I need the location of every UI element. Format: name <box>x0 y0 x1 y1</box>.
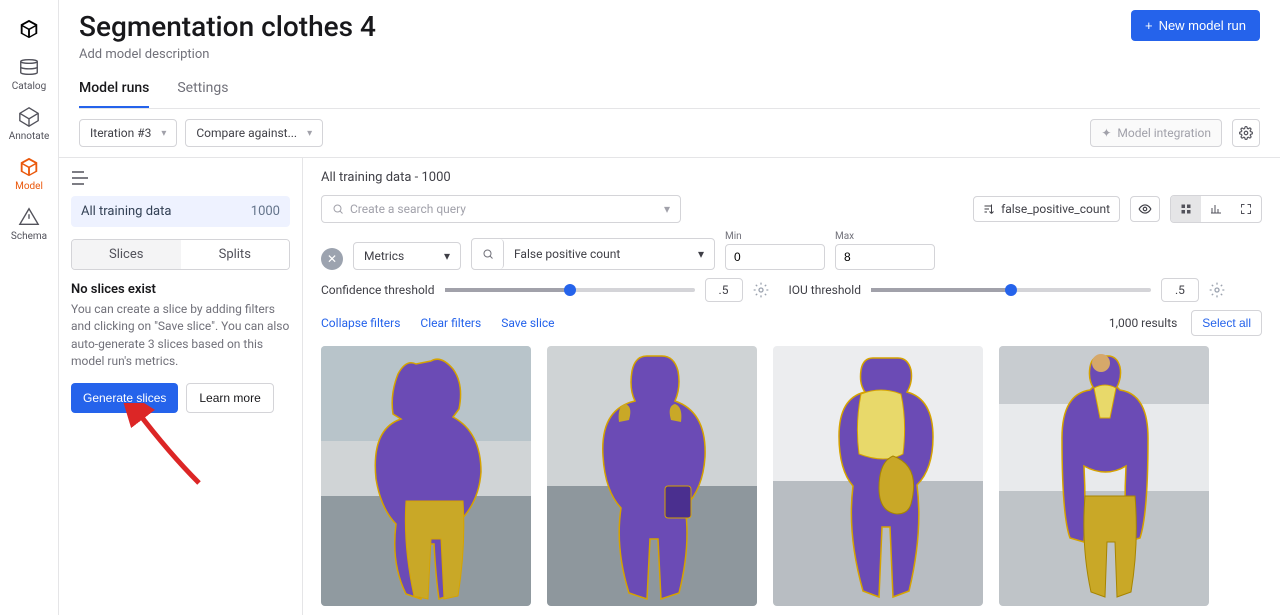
iou-slider[interactable] <box>871 288 1151 292</box>
pill-slices[interactable]: Slices <box>72 240 181 269</box>
chevron-down-icon: ▾ <box>161 128 166 139</box>
iteration-select[interactable]: Iteration #3 ▾ <box>79 119 177 147</box>
metric-select[interactable]: Metrics ▾ <box>353 242 461 270</box>
remove-filter-button[interactable]: ✕ <box>321 248 343 270</box>
rail-catalog-label: Catalog <box>12 81 46 92</box>
save-slice-link[interactable]: Save slice <box>501 316 554 330</box>
model-integration-button: ✦ Model integration <box>1090 119 1222 147</box>
visibility-toggle[interactable] <box>1130 196 1160 222</box>
sort-icon <box>983 203 995 215</box>
rail-annotate-label: Annotate <box>9 131 50 142</box>
rail-schema-label: Schema <box>11 231 47 242</box>
chevron-down-icon: ▾ <box>664 202 670 216</box>
min-input[interactable] <box>725 244 825 270</box>
max-label: Max <box>835 231 935 242</box>
generate-slices-button[interactable]: Generate slices <box>71 383 178 413</box>
page-title: Segmentation clothes 4 <box>79 10 376 43</box>
chevron-down-icon: ▾ <box>698 247 704 261</box>
expand-icon <box>1240 203 1252 215</box>
chevron-down-icon: ▾ <box>307 128 312 139</box>
search-icon <box>482 248 494 260</box>
pill-splits[interactable]: Splits <box>181 240 290 269</box>
confidence-value[interactable]: .5 <box>705 278 743 302</box>
grid-icon <box>1180 203 1192 215</box>
result-count: 1,000 results <box>1109 316 1177 330</box>
rail-annotate[interactable]: Annotate <box>9 106 50 142</box>
learn-more-button[interactable]: Learn more <box>186 383 273 413</box>
min-label: Min <box>725 231 825 242</box>
confidence-slider[interactable] <box>445 288 695 292</box>
training-label: All training data <box>81 204 171 219</box>
search-icon <box>332 203 344 215</box>
sidebar-toggle-icon[interactable] <box>71 170 89 184</box>
result-thumbnail[interactable] <box>321 346 531 606</box>
plus-icon: + <box>1145 18 1153 33</box>
no-slices-text: You can create a slice by adding filters… <box>71 301 290 371</box>
annotation-arrow <box>119 403 209 493</box>
view-grid-button[interactable] <box>1171 196 1201 222</box>
rail-model-label: Model <box>15 181 43 192</box>
result-thumbnail[interactable] <box>773 346 983 606</box>
max-input[interactable] <box>835 244 935 270</box>
result-thumbnail[interactable] <box>999 346 1209 606</box>
sort-chip[interactable]: false_positive_count <box>973 196 1120 222</box>
magic-icon: ✦ <box>1101 126 1111 140</box>
iou-value[interactable]: .5 <box>1161 278 1199 302</box>
gear-icon[interactable] <box>753 282 769 298</box>
gear-icon[interactable] <box>1209 282 1225 298</box>
result-thumbnail[interactable] <box>547 346 757 606</box>
rail-schema[interactable]: Schema <box>11 206 47 242</box>
rail-model[interactable]: Model <box>15 156 43 192</box>
new-model-run-button[interactable]: + New model run <box>1131 10 1260 41</box>
fp-count-select[interactable]: False positive count ▾ <box>504 239 714 269</box>
model-description-field[interactable]: Add model description <box>79 47 376 62</box>
view-expand-button[interactable] <box>1231 196 1261 222</box>
rail-catalog[interactable]: Catalog <box>12 56 46 92</box>
view-chart-button[interactable] <box>1201 196 1231 222</box>
training-count: 1000 <box>251 204 280 219</box>
select-all-button[interactable]: Select all <box>1191 310 1262 336</box>
logo-icon <box>18 18 40 42</box>
results-title: All training data - 1000 <box>321 170 1262 185</box>
clear-filters-link[interactable]: Clear filters <box>420 316 481 330</box>
iou-label: IOU threshold <box>789 283 861 297</box>
eye-icon <box>1138 202 1152 216</box>
no-slices-title: No slices exist <box>71 282 290 297</box>
chevron-down-icon: ▾ <box>444 249 450 263</box>
bar-chart-icon <box>1210 203 1222 215</box>
tab-settings[interactable]: Settings <box>177 80 228 108</box>
toolbar-settings-button[interactable] <box>1232 119 1260 147</box>
all-training-data-row[interactable]: All training data 1000 <box>71 196 290 227</box>
confidence-label: Confidence threshold <box>321 283 435 297</box>
search-query-input[interactable]: Create a search query ▾ <box>321 195 681 223</box>
filter-search-button[interactable] <box>472 239 504 269</box>
collapse-filters-link[interactable]: Collapse filters <box>321 316 400 330</box>
tab-model-runs[interactable]: Model runs <box>79 80 149 108</box>
compare-select[interactable]: Compare against... ▾ <box>185 119 323 147</box>
